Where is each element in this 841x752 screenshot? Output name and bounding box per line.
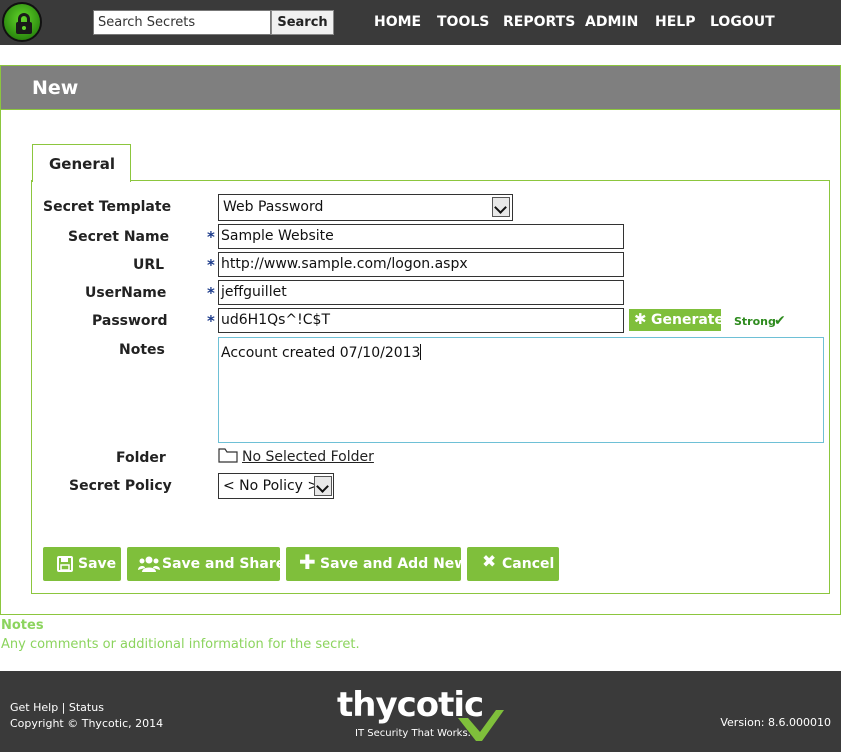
folder-icon[interactable]: [218, 447, 238, 463]
nav-reports[interactable]: REPORTS: [503, 14, 575, 32]
text-caret: [420, 344, 422, 360]
footer-links[interactable]: Get Help | Status: [10, 701, 104, 714]
folder-label: Folder: [116, 450, 166, 466]
nav-help[interactable]: HELP: [655, 14, 695, 32]
notes-textarea[interactable]: Account created 07/10/2013: [218, 337, 824, 443]
save-button-label: Save: [78, 556, 117, 572]
search-button[interactable]: Search: [271, 10, 334, 35]
users-group-icon: [138, 556, 160, 572]
tab-general-label: General: [49, 155, 115, 173]
search-input[interactable]: [93, 10, 271, 35]
check-icon: ✔: [774, 312, 786, 328]
notes-label: Notes: [119, 342, 165, 358]
nav-tools[interactable]: TOOLS: [437, 14, 489, 32]
footer: Get Help | Status Copyright © Thycotic, …: [0, 671, 841, 752]
lock-logo-icon[interactable]: [2, 2, 42, 42]
tab-general[interactable]: General: [32, 144, 131, 182]
nav-admin[interactable]: ADMIN: [585, 14, 638, 32]
folder-link[interactable]: No Selected Folder: [242, 449, 374, 465]
password-label: Password: [92, 313, 168, 329]
chevron-down-icon: [492, 197, 510, 217]
floppy-disk-icon: [57, 556, 73, 572]
help-title: Notes: [1, 618, 44, 633]
username-label: UserName: [85, 285, 167, 301]
url-input[interactable]: http://www.sample.com/logon.aspx: [218, 252, 624, 277]
required-marker: *: [207, 284, 215, 302]
asterisk-icon: ✱: [634, 310, 647, 328]
secret-template-label: Secret Template: [43, 199, 172, 215]
nav-home[interactable]: HOME: [374, 14, 421, 32]
secret-template-select[interactable]: Web Password: [218, 194, 513, 221]
password-input[interactable]: ud6H1Qs^!C$T: [218, 308, 624, 333]
close-icon: ✖: [482, 552, 497, 572]
secret-policy-label: Secret Policy: [69, 478, 172, 494]
notes-text: Account created 07/10/2013: [221, 345, 421, 361]
lock-keyhole: [22, 26, 26, 30]
page-header: New: [1, 66, 840, 110]
chevron-down-icon: [314, 476, 332, 496]
username-input[interactable]: jeffguillet: [218, 280, 624, 305]
password-strength-text: Strong: [734, 315, 776, 328]
secret-name-label: Secret Name: [68, 229, 170, 245]
cancel-button[interactable]: ✖ Cancel: [467, 547, 559, 581]
save-and-share-label: Save and Share: [162, 556, 286, 572]
top-navigation-bar: Search HOME TOOLS REPORTS ADMIN HELP LOG…: [0, 0, 841, 45]
brand-tagline: IT Security That Works.: [355, 728, 471, 739]
secret-name-input[interactable]: Sample Website: [218, 224, 624, 249]
plus-icon: ✚: [299, 550, 316, 574]
secret-template-value: Web Password: [223, 199, 324, 215]
generate-password-button[interactable]: ✱ Generate: [629, 309, 724, 331]
secret-policy-value: < No Policy >: [223, 478, 320, 494]
page-title: New: [32, 77, 79, 99]
help-text: Any comments or additional information f…: [1, 637, 360, 652]
secret-policy-select[interactable]: < No Policy >: [218, 473, 334, 499]
save-button[interactable]: Save: [43, 547, 121, 581]
save-and-add-new-button[interactable]: ✚ Save and Add New: [286, 547, 467, 581]
cancel-button-label: Cancel: [502, 556, 555, 572]
nav-logout[interactable]: LOGOUT: [710, 14, 775, 32]
footer-copyright: Copyright © Thycotic, 2014: [10, 717, 164, 730]
required-marker: *: [207, 228, 215, 246]
required-marker: *: [207, 256, 215, 274]
footer-version: Version: 8.6.000010: [720, 716, 831, 729]
save-and-share-button[interactable]: Save and Share: [127, 547, 285, 581]
save-and-add-new-label: Save and Add New: [320, 556, 468, 572]
generate-button-label: Generate: [651, 312, 724, 328]
required-marker: *: [207, 312, 215, 330]
url-label: URL: [133, 257, 165, 273]
